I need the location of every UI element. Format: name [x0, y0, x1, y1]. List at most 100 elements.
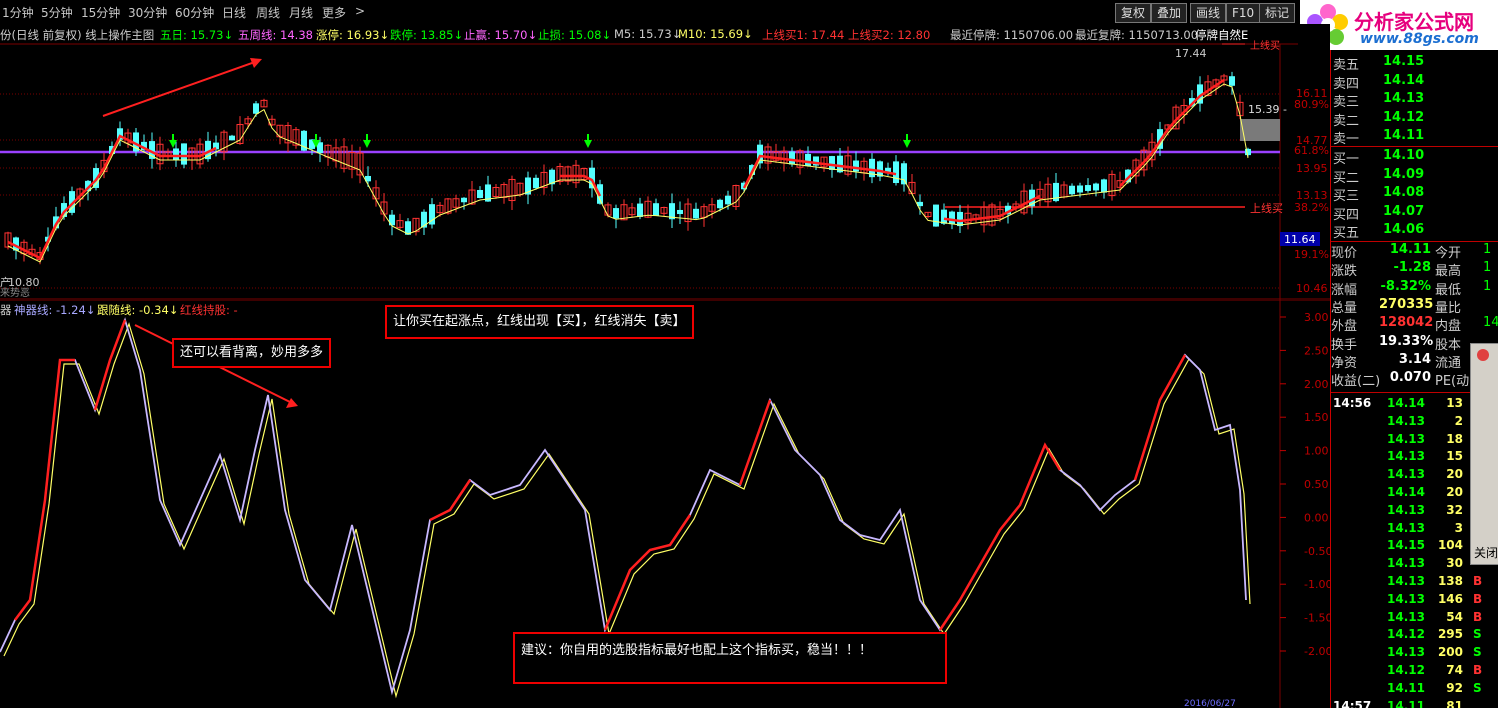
legend-item-5: 止赢: 15.70↓ [464, 28, 538, 42]
tick-volume: 54 [1446, 609, 1463, 624]
candle-body-down [949, 211, 955, 225]
stat-value: -8.32% [1380, 278, 1432, 294]
candle-body-down [1245, 148, 1251, 156]
stat-value: 128042 [1379, 315, 1434, 331]
candle-body-down [1093, 183, 1099, 191]
period-toolbar: 1分钟 5分钟 15分钟 30分钟 60分钟 日线 周线 月线 更多 > 复权 … [0, 0, 1300, 24]
tick-volume: 13 [1446, 396, 1463, 410]
period-15min[interactable]: 15分钟 [81, 4, 120, 21]
quote-row: 买五 14.06 [1331, 222, 1498, 241]
period-monthly[interactable]: 月线 [289, 4, 313, 21]
quote-row: 现价 14.11 今开 1 [1331, 242, 1498, 261]
logo-url: www.88gs.com [1360, 31, 1479, 47]
stat-label-2: PE(动 [1435, 374, 1470, 390]
indicator-y-label: 2.00 [1304, 378, 1329, 391]
tick-volume: 30 [1446, 556, 1463, 571]
candle-body-down [957, 211, 963, 227]
tick-volume: 104 [1437, 538, 1463, 553]
indicator-date-label: 2016/06/27 [1184, 699, 1236, 708]
tick-price: 14.11 [1387, 698, 1425, 708]
legend-item-13: 停牌自然E [1195, 28, 1249, 42]
stat-label: 换手 [1331, 337, 1358, 353]
candlestick-chart[interactable]: 16.1114.7713.9513.1310.4680.9%61.8%38.2%… [0, 24, 1330, 300]
candle-body-down [461, 197, 467, 203]
advice-note: 建议：你自用的选股指标最好也配上这个指标买，稳当！！！ [513, 632, 947, 684]
tick-volume: 32 [1446, 502, 1463, 517]
stat-label-2: 今开 [1435, 246, 1462, 261]
period-30min[interactable]: 30分钟 [128, 4, 167, 21]
low-prefix-label: 产 [0, 275, 11, 289]
legend-item-7: M5: 15.73↓ [614, 27, 682, 41]
period-daily[interactable]: 日线 [222, 4, 246, 21]
stat-value-2: 1 [1483, 242, 1492, 257]
period-1min[interactable]: 1分钟 [2, 4, 34, 21]
stat-label: 外盘 [1331, 319, 1358, 335]
stat-label: 涨跌 [1331, 264, 1358, 280]
indicator-y-label: 1.50 [1304, 411, 1329, 424]
draw-line-button[interactable]: 画线 [1190, 3, 1227, 23]
tick-side: B [1473, 591, 1483, 606]
overlay-button[interactable]: 叠加 [1151, 3, 1188, 23]
stat-value: 0.070 [1389, 370, 1431, 386]
stat-label-2: 内盘 [1435, 319, 1462, 335]
legend-item-0: 份(日线 前复权) 线上操作主图 [0, 28, 155, 42]
mark-button[interactable]: 标记 [1259, 3, 1296, 23]
adjust-button[interactable]: 复权 [1115, 3, 1152, 23]
period-60min[interactable]: 60分钟 [175, 4, 214, 21]
tick-price: 14.13 [1387, 502, 1425, 517]
indicator-legend-item-3: 红线持股: - [180, 303, 238, 317]
stat-label-2: 最高 [1435, 264, 1462, 280]
pct-axis-label: 38.2% [1294, 201, 1329, 214]
ask-label: 卖二 [1333, 113, 1360, 129]
close-icon[interactable] [1475, 347, 1491, 363]
indicator-y-label: 0.00 [1304, 511, 1329, 524]
stat-label: 净资 [1331, 355, 1358, 371]
legend-item-3: 涨停: 16.93↓ [316, 28, 390, 42]
buy-line-label: 上线买 [1250, 201, 1283, 215]
ask-label: 卖四 [1333, 76, 1360, 92]
period-more[interactable]: 更多 [322, 4, 346, 21]
stat-label: 涨幅 [1331, 282, 1358, 298]
candle-body-down [853, 160, 859, 172]
stat-label: 现价 [1331, 246, 1358, 261]
stat-label: 总量 [1331, 300, 1358, 316]
tick-volume: 3 [1454, 520, 1463, 535]
bid-price: 14.06 [1383, 222, 1425, 237]
quote-row: 14.12 295 S [1331, 627, 1498, 644]
tick-time: 14:56 [1333, 396, 1372, 410]
tick-volume: 15 [1446, 449, 1463, 464]
pct-axis-label: 61.8% [1294, 144, 1329, 157]
stat-value: 3.14 [1398, 351, 1431, 367]
tick-price: 14.14 [1387, 485, 1425, 499]
candle-body-down [677, 209, 683, 215]
tick-volume: 295 [1437, 627, 1463, 642]
stat-value-2: 1 [1483, 260, 1492, 276]
tick-price: 14.13 [1387, 431, 1425, 446]
side-popup: 关闭 [1470, 343, 1498, 565]
marker-price-label: 15.39 - [1248, 103, 1287, 116]
candle-body-down [717, 199, 723, 209]
tick-price: 14.13 [1387, 574, 1425, 588]
ask-label: 卖一 [1333, 132, 1360, 147]
f10-button[interactable]: F10 [1226, 3, 1261, 23]
chevron-right-icon[interactable]: > [355, 4, 365, 18]
bid-price: 14.09 [1383, 166, 1425, 182]
buy-tip-note: 让你买在起涨点，红线出现【买】，红线消失【卖】 [385, 305, 694, 339]
ask-price: 14.13 [1383, 91, 1425, 106]
pct-axis-label: 80.9% [1294, 98, 1329, 111]
tick-volume: 200 [1437, 645, 1463, 660]
candle-body-down [253, 103, 259, 114]
stat-label-2: 最低 [1435, 282, 1462, 298]
ask-label: 卖三 [1333, 95, 1360, 110]
stat-value: 14.11 [1389, 242, 1431, 257]
popup-close-button[interactable]: 关闭 [1474, 544, 1498, 561]
indicator-y-label: 2.50 [1304, 344, 1329, 357]
tick-price: 14.13 [1387, 413, 1425, 428]
quote-row: 14.13 54 B [1331, 610, 1498, 627]
tick-side: B [1473, 609, 1483, 624]
period-5min[interactable]: 5分钟 [41, 4, 73, 21]
candle-body-down [893, 161, 899, 184]
period-weekly[interactable]: 周线 [256, 4, 280, 21]
tick-volume: 146 [1437, 591, 1463, 606]
indicator-y-label: 0.50 [1304, 478, 1329, 491]
